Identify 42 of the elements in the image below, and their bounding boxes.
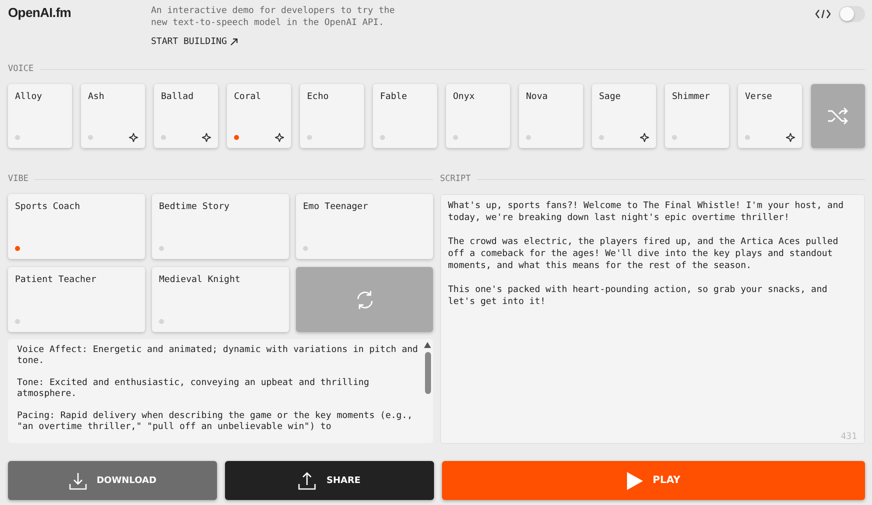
logo[interactable]: OpenAI.fm: [8, 5, 151, 20]
script-text: What's up, sports fans?! Welcome to The Final Whistle! I'm your host, and today, we're breaking down last night's epic overtime thriller!: [448, 200, 845, 224]
instruction-text: Tone: Excited and enthusiastic, conveying an upbeat and thrilling atmosphere.: [17, 378, 370, 400]
instruction-text: Pacing: Rapid delivery when describing the game or the key moments (e.g., "an overtime thriller," "pull off an unbelievable win") to: [17, 411, 414, 433]
play-icon: [626, 472, 643, 490]
voice-card[interactable]: Nova: [519, 84, 583, 148]
character-count: 431: [840, 432, 857, 442]
scroll-up-icon[interactable]: [424, 342, 431, 348]
vibe-card[interactable]: Bedtime Story: [152, 194, 289, 259]
description: An interactive demo for developers to try the new text-to-speech model in the OpenAI API.: [151, 5, 396, 29]
voice-card[interactable]: Shimmer: [665, 84, 729, 148]
vibe-card[interactable]: Patient Teacher: [8, 267, 145, 332]
upload-icon: [298, 472, 316, 490]
voice-card[interactable]: Verse: [738, 84, 802, 148]
vibe-card[interactable]: Sports Coach: [8, 194, 145, 259]
refresh-icon: [354, 290, 374, 310]
code-icon: [815, 9, 831, 19]
voice-card[interactable]: Onyx: [446, 84, 510, 148]
start-building-link[interactable]: START BUILDING: [151, 37, 238, 47]
voice-card[interactable]: Ballad: [154, 84, 218, 148]
voice-card[interactable]: Alloy: [8, 84, 72, 148]
instruction-text: Voice Affect: Energetic and animated; dynamic with variations in pitch and tone.: [17, 345, 418, 367]
arrow-icon: [230, 38, 238, 46]
shuffle-icon: [827, 107, 849, 125]
voice-card[interactable]: Echo: [300, 84, 364, 148]
section-label: VOICE: [8, 64, 34, 74]
section-label: VIBE: [8, 174, 28, 184]
vibe-card[interactable]: Emo Teenager: [296, 194, 433, 259]
shuffle-button[interactable]: [811, 84, 865, 148]
vibe-card[interactable]: Medieval Knight: [152, 267, 289, 332]
voice-card[interactable]: Sage: [592, 84, 656, 148]
voice-card[interactable]: Coral: [227, 84, 291, 148]
section-label: SCRIPT: [440, 174, 471, 184]
instructions-field[interactable]: [8, 339, 433, 443]
script-text: This one's packed with heart-pounding action, so grab your snacks, and let's get into it!: [448, 284, 828, 308]
toggle-switch[interactable]: [839, 6, 865, 22]
voice-card[interactable]: Ash: [81, 84, 145, 148]
voice-card[interactable]: Fable: [373, 84, 437, 148]
share-button[interactable]: SHARE: [225, 461, 434, 500]
script-text: The crowd was electric, the players fired up, and the Artica Aces pulled off a comeback for the ages! We'll dive into the key plays and standout moments, and what this means for the rest of the season.: [448, 236, 840, 272]
download-icon: [68, 472, 87, 490]
download-button[interactable]: DOWNLOAD: [8, 461, 217, 500]
